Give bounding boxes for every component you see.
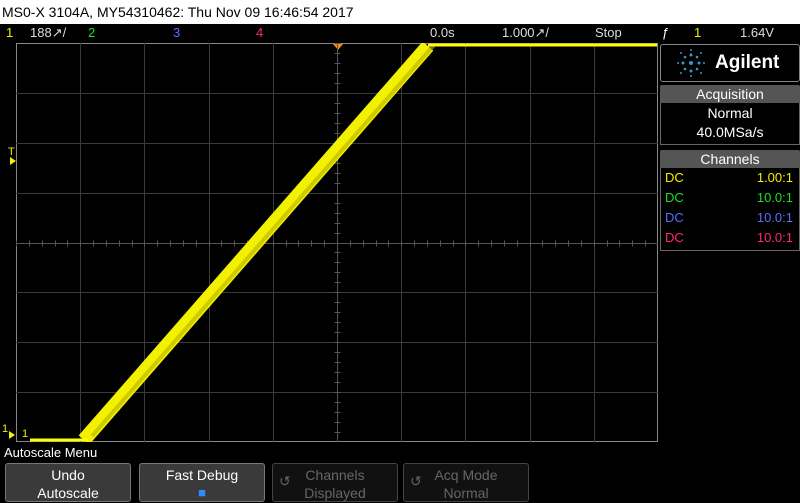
rotate-knob-icon: ↺ <box>410 473 422 489</box>
ch1-trace-edge <box>90 43 436 438</box>
channel-row-4: DC 10.0:1 <box>661 228 799 248</box>
softkey-label: Fast Debug <box>165 467 239 483</box>
acquisition-header: Acquisition <box>660 85 800 103</box>
channel-row-3: DC 10.0:1 <box>661 208 799 228</box>
fast-debug-button[interactable]: Fast Debug ■ <box>139 463 265 502</box>
trigger-level[interactable]: 1.64V <box>740 24 774 42</box>
channel-row-2: DC 10.0:1 <box>661 188 799 208</box>
acq-mode-button[interactable]: ↺ Acq Mode Normal <box>403 463 529 502</box>
sample-rate: 40.0MSa/s <box>696 124 764 140</box>
ch1-ground-marker[interactable] <box>9 431 15 439</box>
acquisition-panel: Normal 40.0MSa/s <box>660 103 800 145</box>
channel-probe: 10.0:1 <box>756 190 793 205</box>
channel-row-1: DC 1.00:1 <box>661 168 799 188</box>
trigger-icon: ƒ <box>662 25 670 40</box>
waveform-display[interactable] <box>16 41 659 445</box>
channel-coupling: DC <box>665 230 684 245</box>
sidebar: Agilent Acquisition Normal 40.0MSa/s Cha… <box>660 44 800 251</box>
softkey-label: Autoscale <box>37 485 99 501</box>
softkey-label: Undo <box>51 467 85 483</box>
channels-header: Channels <box>660 150 800 168</box>
acquisition-mode: Normal <box>707 105 753 121</box>
ground-marker-label: 1 <box>2 423 8 435</box>
undo-autoscale-button[interactable]: Undo Autoscale <box>5 463 131 502</box>
menu-title: Autoscale Menu <box>0 444 800 461</box>
brand-name: Agilent <box>715 52 780 73</box>
channel-probe: 10.0:1 <box>756 230 793 245</box>
brand-logo: Agilent <box>660 44 800 82</box>
trigger-level-label: T <box>8 146 15 158</box>
channel-probe: 10.0:1 <box>756 210 793 225</box>
channel-coupling: DC <box>665 190 684 205</box>
window-title: MS0-X 3104A, MY54310462: Thu Nov 09 16:4… <box>0 0 800 24</box>
trigger-source[interactable]: 1 <box>694 24 701 42</box>
agilent-spark-icon <box>677 49 705 77</box>
softkey-label: Displayed <box>304 485 366 501</box>
channel-probe: 1.00:1 <box>756 170 793 185</box>
channel-coupling: DC <box>665 210 684 225</box>
softkey-label: Acq Mode <box>434 467 498 483</box>
channels-displayed-button[interactable]: ↺ Channels Displayed <box>272 463 398 502</box>
channels-panel: DC 1.00:1 DC 10.0:1 DC 10.0:1 DC 10.0:1 <box>660 168 800 251</box>
softkey-label: Channels <box>305 467 365 483</box>
graticule <box>16 41 659 445</box>
checkbox-icon: ■ <box>198 485 206 500</box>
rotate-knob-icon: ↺ <box>279 473 291 489</box>
softkey-label: Normal <box>443 485 489 501</box>
channel-coupling: DC <box>665 170 684 185</box>
softkey-bar: Undo Autoscale Fast Debug ■ ↺ Channels D… <box>0 461 800 503</box>
